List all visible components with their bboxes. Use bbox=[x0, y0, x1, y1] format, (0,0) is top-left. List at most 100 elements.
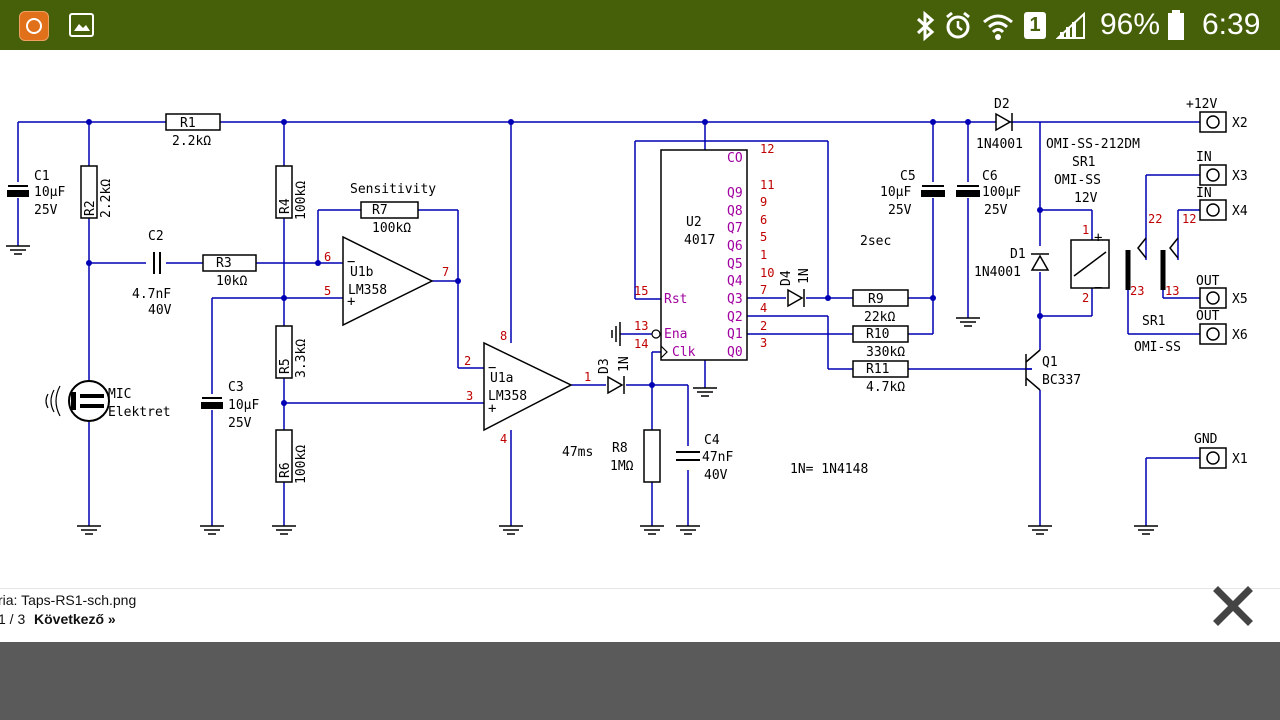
schematic-image: R1 2.2kΩ R2 2.2kΩ C1 10µF 25V C2 4.7nF 4… bbox=[0, 50, 1280, 588]
svg-text:1: 1 bbox=[1082, 223, 1089, 237]
diode-note: 1N= 1N4148 bbox=[790, 462, 868, 477]
x4-label: X4 bbox=[1232, 204, 1248, 219]
mic-label: MIC bbox=[108, 387, 131, 402]
svg-text:3: 3 bbox=[760, 336, 767, 350]
battery-icon bbox=[1168, 10, 1184, 40]
mic-value: Elektret bbox=[108, 405, 171, 420]
svg-text:−: − bbox=[347, 254, 355, 270]
svg-text:7: 7 bbox=[442, 265, 449, 279]
c3-value: 10µF bbox=[228, 398, 259, 413]
screw-terminals bbox=[1199, 111, 1227, 469]
c5-voltage: 25V bbox=[888, 203, 912, 218]
d1-label: D1 bbox=[1010, 247, 1026, 262]
r8-label: R8 bbox=[612, 441, 628, 456]
alarm-icon bbox=[946, 11, 970, 39]
svg-text:1: 1 bbox=[584, 370, 591, 384]
svg-text:Rst: Rst bbox=[664, 292, 687, 307]
r10-value: 330kΩ bbox=[866, 345, 905, 360]
svg-text:4: 4 bbox=[500, 432, 507, 446]
r2-value: 2.2kΩ bbox=[99, 179, 114, 218]
wires bbox=[17, 121, 1200, 526]
next-link[interactable]: Következő » bbox=[34, 611, 116, 627]
wifi-icon bbox=[983, 14, 1013, 40]
svg-text:2: 2 bbox=[464, 354, 471, 368]
svg-text:12: 12 bbox=[760, 142, 774, 156]
r7-value: 100kΩ bbox=[372, 221, 411, 236]
timing-label: 47ms bbox=[562, 445, 593, 460]
image-filename: ria: Taps-RS1-sch.png bbox=[0, 592, 137, 608]
r7-label: R7 bbox=[372, 203, 388, 218]
svg-text:Q4: Q4 bbox=[727, 274, 743, 289]
r3-label: R3 bbox=[216, 256, 232, 271]
r9-label: R9 bbox=[868, 292, 884, 307]
c6-label: C6 bbox=[982, 169, 998, 184]
bluetooth-icon bbox=[916, 10, 935, 42]
in1-label: IN bbox=[1196, 150, 1212, 165]
sr1-contacts-model: OMI-SS bbox=[1134, 340, 1181, 355]
r11-label: R11 bbox=[866, 362, 889, 377]
c5-value: 10µF bbox=[880, 185, 911, 200]
sr1-voltage: 12V bbox=[1074, 191, 1098, 206]
signal-icon bbox=[1056, 12, 1085, 39]
svg-text:Q3: Q3 bbox=[727, 292, 743, 307]
sr1-model: OMI-SS bbox=[1054, 173, 1101, 188]
svg-text:2: 2 bbox=[1082, 291, 1089, 305]
c3-voltage: 25V bbox=[228, 416, 252, 431]
d1-value: 1N4001 bbox=[974, 265, 1021, 280]
close-icon[interactable] bbox=[1212, 585, 1254, 627]
r9-value: 22kΩ bbox=[864, 310, 895, 325]
svg-text:8: 8 bbox=[500, 329, 507, 343]
in2-label: IN bbox=[1196, 186, 1212, 201]
svg-text:6: 6 bbox=[324, 250, 331, 264]
svg-text:23: 23 bbox=[1130, 284, 1144, 298]
svg-text:13: 13 bbox=[1165, 284, 1179, 298]
c6-value: 100µF bbox=[982, 185, 1021, 200]
c4-label: C4 bbox=[704, 433, 720, 448]
x5-label: X5 bbox=[1232, 292, 1248, 307]
transistor-q1 bbox=[1025, 349, 1041, 391]
d2-label: D2 bbox=[994, 97, 1010, 112]
svg-text:+: + bbox=[488, 401, 496, 417]
r3-value: 10kΩ bbox=[216, 274, 247, 289]
gnd-label: GND bbox=[1194, 432, 1218, 447]
x1-label: X1 bbox=[1232, 452, 1248, 467]
c1-label: C1 bbox=[34, 169, 50, 184]
app-icon[interactable] bbox=[19, 11, 49, 41]
clock: 6:39 bbox=[1202, 8, 1261, 41]
r5-label: R5 bbox=[278, 358, 293, 374]
sr1-contacts-label: SR1 bbox=[1142, 314, 1165, 329]
svg-text:6: 6 bbox=[760, 213, 767, 227]
two-sec-label: 2sec bbox=[860, 234, 891, 249]
r5-value: 3.3kΩ bbox=[294, 339, 309, 378]
svg-text:9: 9 bbox=[760, 195, 767, 209]
svg-text:22: 22 bbox=[1148, 212, 1162, 226]
svg-text:2: 2 bbox=[760, 319, 767, 333]
svg-text:Clk: Clk bbox=[672, 345, 696, 360]
svg-text:+: + bbox=[1094, 230, 1102, 246]
svg-text:Q0: Q0 bbox=[727, 345, 743, 360]
gallery-icon[interactable] bbox=[69, 13, 94, 37]
c3-label: C3 bbox=[228, 380, 244, 395]
svg-text:Q1: Q1 bbox=[727, 327, 743, 342]
c5-label: C5 bbox=[900, 169, 916, 184]
svg-text:Q5: Q5 bbox=[727, 257, 743, 272]
r1-value: 2.2kΩ bbox=[172, 134, 211, 149]
d3-label: D3 bbox=[597, 358, 612, 374]
c2-label: C2 bbox=[148, 229, 164, 244]
c2-value: 4.7nF bbox=[132, 287, 171, 302]
r6-label: R6 bbox=[278, 462, 293, 478]
svg-text:4: 4 bbox=[760, 301, 767, 315]
q1-value: BC337 bbox=[1042, 373, 1081, 388]
r4-label: R4 bbox=[278, 198, 293, 214]
out1-label: OUT bbox=[1196, 274, 1220, 289]
svg-text:Q7: Q7 bbox=[727, 221, 743, 236]
x3-label: X3 bbox=[1232, 169, 1248, 184]
page-counter: 1 / 3 bbox=[0, 611, 26, 627]
status-bar: 1 96% 6:39 bbox=[0, 0, 1280, 50]
svg-text:15: 15 bbox=[634, 284, 648, 298]
svg-text:1: 1 bbox=[760, 248, 767, 262]
svg-text:CO: CO bbox=[727, 151, 743, 166]
u2-value: 4017 bbox=[684, 233, 715, 248]
svg-text:Q6: Q6 bbox=[727, 239, 743, 254]
d3-value: 1N bbox=[617, 356, 632, 372]
